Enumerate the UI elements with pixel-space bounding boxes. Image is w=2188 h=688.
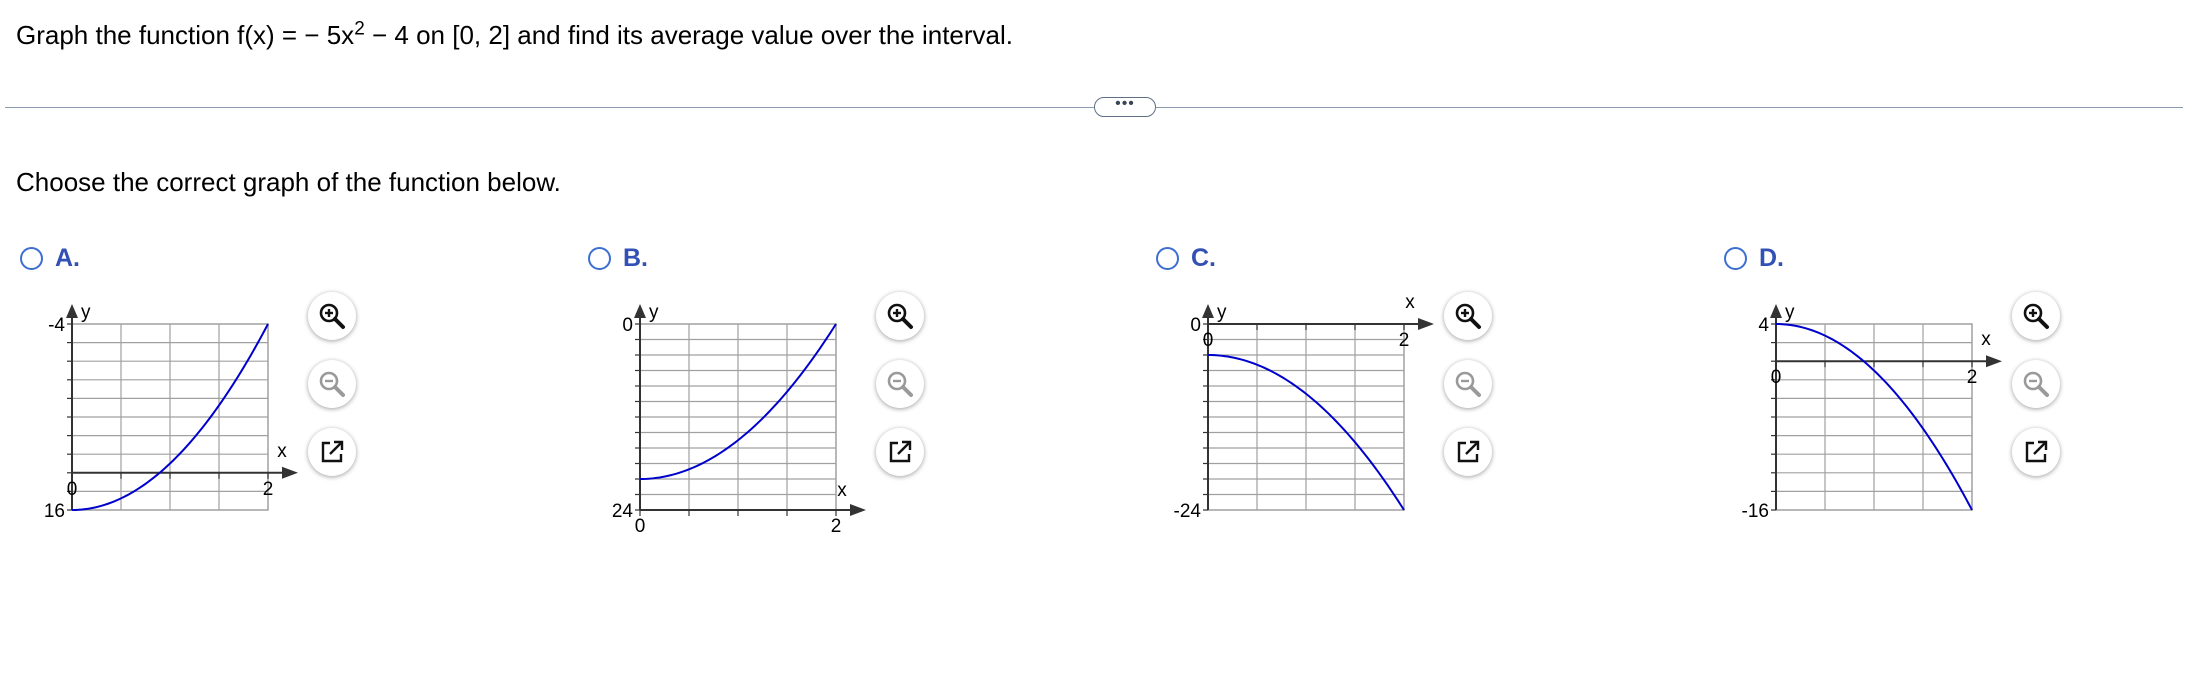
handle: [333, 385, 345, 397]
question-suffix: − 4 on [0, 2] and find its average value…: [364, 20, 1014, 50]
x-axis-arrow: [282, 466, 298, 479]
option-letter: C.: [1191, 243, 1216, 272]
x-axis-label: x: [837, 480, 847, 501]
answer-option-a: A. y x -4 16 0 2: [20, 240, 580, 540]
radio-button[interactable]: [1156, 246, 1179, 270]
handle: [1469, 317, 1481, 329]
magnifier-plus-icon: [1455, 303, 1481, 329]
y-axis-arrow: [634, 304, 646, 318]
y-axis-label: y: [1217, 302, 1227, 323]
zoom-in-button[interactable]: [876, 292, 924, 340]
y-tick-label: 0: [1190, 315, 1201, 336]
x-tick-label: 0: [635, 516, 646, 537]
external-link-icon: [1457, 440, 1480, 463]
x-tick-label: 0: [1771, 367, 1782, 388]
open-graph-button[interactable]: [2012, 428, 2060, 476]
x-axis-label: x: [277, 441, 287, 462]
handle: [901, 317, 913, 329]
y-tick-label: 4: [1758, 315, 1769, 336]
function-graph: y x 0 -24 0 2: [1174, 292, 1434, 522]
arrow-shaft: [329, 442, 342, 455]
x-tick-label: 2: [831, 516, 842, 537]
handle: [901, 385, 913, 397]
x-axis-label: x: [1405, 292, 1415, 313]
option-d-graph: y x 4 -16 0 2: [1724, 288, 2044, 558]
option-d-select[interactable]: D.: [1724, 240, 1784, 276]
magnifier-minus-icon: [1455, 371, 1481, 397]
y-axis-label: y: [81, 302, 91, 323]
y-tick-label: 16: [44, 501, 65, 522]
option-letter: B.: [623, 243, 648, 272]
handle: [333, 317, 345, 329]
question-text: Graph the function f(x) = − 5x2 − 4 on […: [16, 18, 1013, 52]
x-tick-label: 2: [1399, 330, 1410, 351]
function-graph: y x 4 -16 0 2: [1742, 302, 2002, 522]
zoom-in-button[interactable]: [308, 292, 356, 340]
x-axis-label: x: [1981, 329, 1991, 350]
magnifier-plus-icon: [887, 303, 913, 329]
y-axis-arrow: [66, 304, 78, 318]
y-tick-label: -24: [1174, 501, 1202, 522]
option-a-select[interactable]: A.: [20, 240, 80, 276]
zoom-out-button[interactable]: [876, 360, 924, 408]
x-axis-arrow: [1986, 355, 2002, 368]
magnifier-plus-icon: [2023, 303, 2049, 329]
open-graph-button[interactable]: [308, 428, 356, 476]
option-b-select[interactable]: B.: [588, 240, 648, 276]
zoom-in-button[interactable]: [2012, 292, 2060, 340]
open-graph-button[interactable]: [1444, 428, 1492, 476]
answer-option-b: B. y x 0 24 0 2: [588, 240, 1148, 540]
y-axis-label: y: [1785, 302, 1795, 323]
arrow-shaft: [897, 442, 910, 455]
y-axis-arrow: [1770, 304, 1782, 318]
magnifier-plus-icon: [319, 303, 345, 329]
handle: [2037, 317, 2049, 329]
x-tick-label: 0: [1203, 330, 1214, 351]
function-graph: y x -4 160 2: [44, 302, 298, 522]
x-tick-label: 2: [263, 479, 274, 500]
external-link-icon: [2025, 440, 2048, 463]
x-axis-arrow: [850, 504, 866, 516]
y-tick-label: 0: [622, 315, 633, 336]
answer-option-c: C. y x 0 -24 0 2: [1156, 240, 1716, 540]
magnifier-minus-icon: [319, 371, 345, 397]
option-a-graph: y x -4 16 0 2: [20, 288, 340, 558]
radio-button[interactable]: [20, 246, 43, 270]
question-exponent: 2: [354, 18, 365, 40]
y-axis-arrow: [1202, 304, 1214, 318]
open-graph-button[interactable]: [876, 428, 924, 476]
instruction-text: Choose the correct graph of the function…: [16, 167, 561, 197]
option-c-select[interactable]: C.: [1156, 240, 1216, 276]
option-letter: A.: [55, 243, 80, 272]
external-link-icon: [321, 440, 344, 463]
x-tick-label: 2: [1967, 367, 1978, 388]
y-tick-label: 24: [612, 501, 634, 522]
x-axis-arrow: [1418, 318, 1434, 330]
question-prefix: Graph the function f(x) = − 5x: [16, 20, 355, 50]
arrow-shaft: [1465, 442, 1478, 455]
radio-button[interactable]: [588, 246, 611, 270]
answer-option-d: D. y x 4 -16 0 2: [1724, 240, 2188, 540]
option-letter: D.: [1759, 243, 1784, 272]
function-graph: yx0240 2: [612, 302, 866, 537]
external-link-icon: [889, 440, 912, 463]
zoom-out-button[interactable]: [2012, 360, 2060, 408]
handle: [1469, 385, 1481, 397]
magnifier-minus-icon: [2023, 371, 2049, 397]
y-tick-label: -16: [1742, 501, 1769, 522]
magnifier-minus-icon: [887, 371, 913, 397]
zoom-out-button[interactable]: [1444, 360, 1492, 408]
zoom-out-button[interactable]: [308, 360, 356, 408]
y-tick-label: -4: [48, 315, 65, 336]
arrow-shaft: [2033, 442, 2046, 455]
y-axis-label: y: [649, 302, 659, 323]
radio-button[interactable]: [1724, 246, 1747, 270]
show-more-button[interactable]: •••: [1094, 96, 1156, 117]
option-b-graph: y x 0 24 0 2: [588, 288, 908, 558]
x-tick-label: 0: [67, 479, 78, 500]
handle: [2037, 385, 2049, 397]
zoom-in-button[interactable]: [1444, 292, 1492, 340]
option-c-graph: y x 0 -24 0 2: [1156, 288, 1476, 558]
